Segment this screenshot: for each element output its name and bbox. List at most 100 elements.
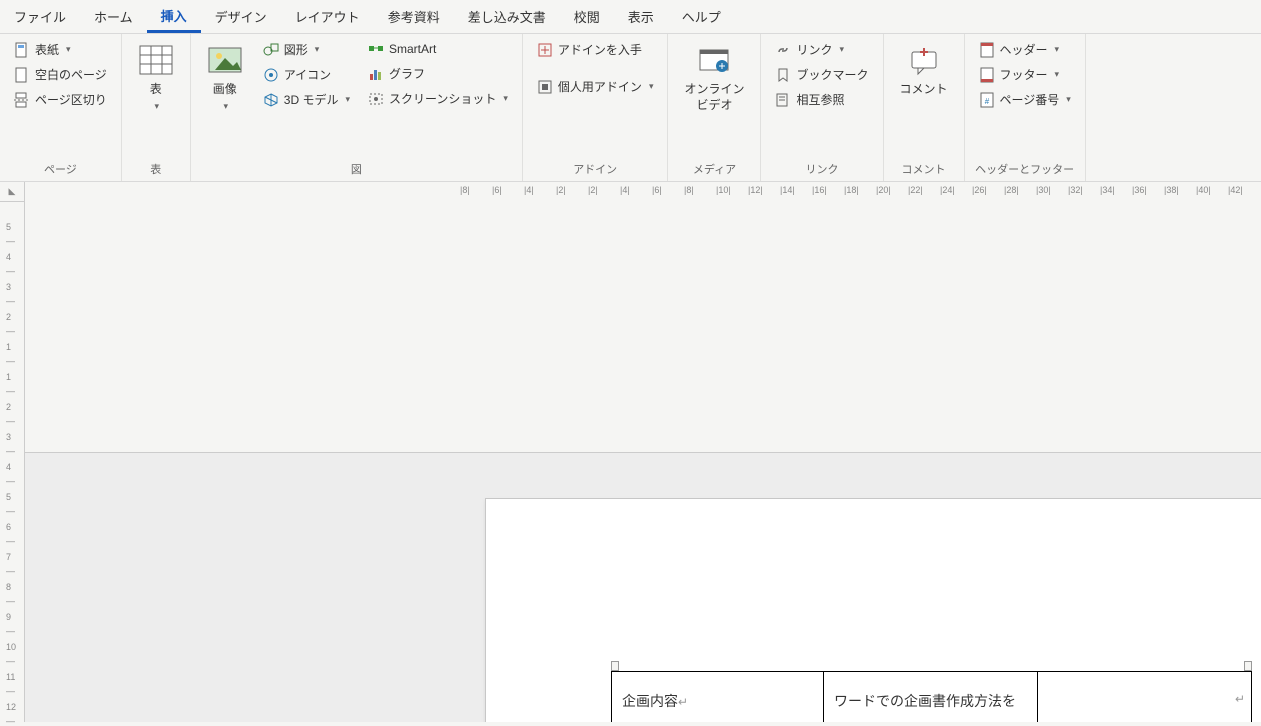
ruler-tick: |34|: [1100, 185, 1115, 195]
shapes-label: 図形: [284, 41, 308, 58]
caret-icon: ▾: [649, 81, 654, 92]
footer-button[interactable]: フッター ▾: [973, 63, 1077, 86]
caret-icon: ▾: [154, 101, 159, 111]
illustrations-group-label: 図: [199, 157, 514, 181]
comment-button[interactable]: コメント: [892, 38, 956, 102]
table-icon: [138, 42, 174, 78]
menu-home[interactable]: ホーム: [80, 0, 147, 33]
get-addins-button[interactable]: アドインを入手: [531, 38, 660, 61]
smartart-button[interactable]: SmartArt: [362, 38, 514, 60]
cell-text: 企画内容: [622, 693, 678, 709]
ruler-tick: 11: [6, 672, 15, 682]
pages-group-label: ページ: [8, 157, 113, 181]
caret-icon: ▾: [1066, 94, 1071, 105]
page-break-button[interactable]: ページ区切り: [8, 88, 113, 111]
link-label: リンク: [796, 41, 832, 58]
footer-label: フッター: [1000, 66, 1048, 83]
icons-button[interactable]: アイコン: [257, 63, 356, 86]
picture-button[interactable]: 画像▾: [199, 38, 251, 117]
ruler-tick: |20|: [876, 185, 891, 195]
ruler-tick: |22|: [908, 185, 923, 195]
para-mark-icon: ↵: [1235, 686, 1245, 712]
cover-page-icon: [14, 42, 30, 58]
table-button[interactable]: 表▾: [130, 38, 182, 117]
media-group-label: メディア: [676, 157, 752, 181]
caret-icon: ▾: [840, 44, 845, 55]
ruler-tick: —: [6, 476, 15, 486]
page-number-button[interactable]: # ページ番号 ▾: [973, 88, 1077, 111]
crossref-button[interactable]: 相互参照: [769, 88, 874, 111]
ruler-tick: |32|: [1068, 185, 1083, 195]
page-number-icon: #: [979, 92, 995, 108]
shapes-button[interactable]: 図形 ▾: [257, 38, 356, 61]
document-area[interactable]: 企画内容↵ ワードでの企画書作成方法を解説↵ ↵ 企画の目的↵ ワードによる企画…: [25, 453, 1261, 723]
online-video-button[interactable]: オンライン ビデオ: [676, 38, 752, 117]
ruler-tick: —: [6, 656, 15, 666]
ruler-tick: |2|: [588, 185, 598, 195]
ruler-tick: —: [6, 326, 15, 336]
chart-label: グラフ: [389, 65, 425, 82]
menu-help[interactable]: ヘルプ: [668, 0, 735, 33]
menu-layout[interactable]: レイアウト: [281, 0, 374, 33]
table-row[interactable]: 企画内容↵ ワードでの企画書作成方法を解説↵ ↵: [612, 671, 1252, 722]
blank-page-button[interactable]: 空白のページ: [8, 63, 113, 86]
menu-view[interactable]: 表示: [614, 0, 668, 33]
document-table[interactable]: 企画内容↵ ワードでの企画書作成方法を解説↵ ↵ 企画の目的↵ ワードによる企画…: [611, 671, 1252, 723]
ruler-tick: 3: [6, 282, 11, 292]
icons-label: アイコン: [284, 66, 331, 83]
menu-references[interactable]: 参考資料: [374, 0, 454, 33]
ruler-tick: 7: [6, 552, 11, 562]
caret-icon: ▾: [223, 101, 228, 111]
bookmark-button[interactable]: ブックマーク: [769, 63, 874, 86]
my-addins-label: 個人用アドイン: [558, 78, 642, 95]
page: 企画内容↵ ワードでの企画書作成方法を解説↵ ↵ 企画の目的↵ ワードによる企画…: [485, 498, 1261, 723]
horizontal-ruler[interactable]: |8||6||4||2||2||4||6||8||10||12||14||16|…: [25, 182, 1261, 453]
comment-icon: [906, 42, 942, 78]
para-mark-icon: ↵: [678, 695, 688, 709]
smartart-icon: [368, 41, 384, 57]
bookmark-icon: [775, 67, 791, 83]
link-button[interactable]: リンク ▾: [769, 38, 874, 61]
ruler-tick: —: [6, 266, 15, 276]
header-button[interactable]: ヘッダー ▾: [973, 38, 1077, 61]
picture-icon: [207, 42, 243, 78]
ribbon-group-links: リンク ▾ ブックマーク 相互参照 リンク: [761, 34, 883, 181]
ruler-tick: 2: [6, 402, 11, 412]
caret-icon: ▾: [345, 94, 350, 105]
ruler-tick: 10: [6, 642, 16, 652]
3d-models-icon: [263, 92, 279, 108]
crossref-icon: [775, 92, 791, 108]
caret-icon: ▾: [503, 93, 508, 104]
crossref-label: 相互参照: [796, 91, 844, 108]
workspace: ◣ 5—4—3—2—1—1—2—3—4—5—6—7—8—9—10—11—12— …: [0, 182, 1261, 722]
menu-file[interactable]: ファイル: [0, 0, 80, 33]
ribbon-group-pages: 表紙 ▾ 空白のページ ページ区切り ページ: [0, 34, 122, 181]
3d-models-button[interactable]: 3D モデル ▾: [257, 88, 356, 111]
my-addins-button[interactable]: 個人用アドイン ▾: [531, 75, 660, 98]
links-group-label: リンク: [769, 157, 874, 181]
ruler-tick: 3: [6, 432, 11, 442]
icons-icon: [263, 67, 279, 83]
ruler-tick: |8|: [460, 185, 470, 195]
table-margin-markers: [611, 649, 1252, 671]
ruler-tick: |24|: [940, 185, 955, 195]
vertical-ruler[interactable]: 5—4—3—2—1—1—2—3—4—5—6—7—8—9—10—11—12—: [0, 202, 25, 722]
menu-insert[interactable]: 挿入: [147, 0, 201, 33]
ruler-tick: |18|: [844, 185, 859, 195]
3d-models-label: 3D モデル: [284, 91, 339, 108]
menu-design[interactable]: デザイン: [201, 0, 281, 33]
cover-page-button[interactable]: 表紙 ▾: [8, 38, 113, 61]
ruler-tick: 5: [6, 492, 11, 502]
my-addins-icon: [537, 79, 553, 95]
ruler-tick: —: [6, 296, 15, 306]
ruler-tick: |38|: [1164, 185, 1179, 195]
menu-review[interactable]: 校閲: [560, 0, 614, 33]
ruler-tick: 6: [6, 522, 11, 532]
ruler-corner: ◣: [0, 182, 25, 202]
blank-page-label: 空白のページ: [35, 66, 107, 83]
screenshot-button[interactable]: スクリーンショット ▾: [362, 87, 514, 110]
ruler-tick: 12: [6, 702, 16, 712]
ruler-tick: 8: [6, 582, 11, 592]
menu-mailings[interactable]: 差し込み文書: [454, 0, 560, 33]
chart-button[interactable]: グラフ: [362, 62, 514, 85]
